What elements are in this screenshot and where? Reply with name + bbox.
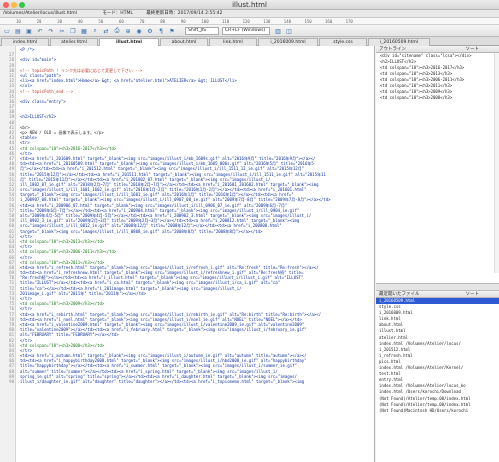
ruler-tick-label: 40: [77, 19, 83, 24]
tab-atelier[interactable]: atelier.html: [50, 38, 98, 46]
outline-sort-button[interactable]: ソート: [466, 46, 480, 53]
line-text: illust_i/daughter_ie.gif" alt="daughter"…: [20, 379, 305, 384]
undo-icon[interactable]: ↶: [36, 27, 44, 35]
recent-file-item[interactable]: (Not Found)Macintosh HD/Users/korochi: [376, 408, 499, 414]
recent-header: 最近開いたファイル ソート: [376, 291, 499, 298]
bookmark-icon[interactable]: ⚑: [168, 27, 176, 35]
open-folder-icon[interactable]: ▤: [14, 27, 22, 35]
format-icon[interactable]: ¶: [157, 27, 165, 35]
recent-title: 最近開いたファイル: [379, 292, 420, 297]
modified-label: 最終更新日時：2017/09/14 2:55:42: [146, 11, 223, 16]
preview-icon[interactable]: ◉: [135, 27, 143, 35]
print-icon[interactable]: ⎙: [113, 27, 121, 35]
code-line: 90 illust_i/daughter_ie.gif" alt="daughte…: [0, 379, 374, 384]
outline-title: アウトライン: [379, 47, 406, 52]
title-bar: illust.html: [0, 0, 499, 10]
editor-window: illust.html /Volumes/Atelier/locus/illus…: [0, 0, 499, 462]
search-icon[interactable]: ⌕: [91, 27, 99, 35]
cut-icon[interactable]: ✂: [58, 27, 66, 35]
window-title: illust.html: [232, 1, 267, 9]
recent-files-list: i_20160509.html style.css i_2016009.html li…: [376, 298, 499, 462]
save-icon[interactable]: ▣: [25, 27, 33, 35]
column-ruler: 10 20 30 40 50 60 70 80 90 100 110 120 130 140 150 160 1…: [0, 18, 499, 25]
info-bar: /Volumes/Atelier/locus/illust.html モード：H…: [0, 10, 499, 18]
replace-icon[interactable]: ⇄: [102, 27, 110, 35]
redo-icon[interactable]: ↷: [47, 27, 55, 35]
sidebar-toggle-icon[interactable]: ▥: [274, 27, 282, 35]
settings-icon[interactable]: ⚙: [146, 27, 154, 35]
encoding-select[interactable]: Shift_JIS: [185, 27, 219, 35]
code-lines: <P /*> 27 28 <div id="main"> 29 30 <!-- topic…: [0, 47, 374, 384]
tab-index[interactable]: index.html: [1, 38, 49, 46]
ruler-tick-label: 80: [160, 19, 166, 24]
ruler-tick-label: 140: [283, 19, 292, 24]
split-view-icon[interactable]: ◫: [285, 27, 293, 35]
tab-illust[interactable]: illust.html: [99, 38, 159, 46]
tab-style[interactable]: style.css: [319, 38, 367, 46]
ruler-tick-label: 50: [98, 19, 104, 24]
line-number: 90: [9, 379, 14, 384]
ruler-tick-label: 160: [325, 19, 333, 24]
tab-about[interactable]: about.html: [160, 38, 208, 46]
tab-i-2016009[interactable]: i_2016009.html: [258, 38, 318, 46]
ruler-tick-label: 60: [119, 19, 124, 24]
recent-sort-button[interactable]: ソート: [466, 291, 480, 298]
code-editor[interactable]: <P /*> 27 28 <div id="main"> 29 30 <!-- topic…: [0, 46, 375, 462]
outline-header: アウトライン ソート: [376, 46, 499, 53]
ruler-tick-label: 130: [263, 19, 271, 24]
tab-bar: index.html atelier.html illust.html abou…: [0, 37, 499, 46]
tab-i-20160509[interactable]: i_20160509.html: [368, 38, 430, 46]
linebreak-select[interactable]: CR+LF (Windows): [222, 27, 270, 35]
outline-item[interactable]: <td colspan="10"><h3>2008</h3>: [376, 95, 499, 101]
paste-icon[interactable]: ▦: [80, 27, 88, 35]
side-panel: アウトライン ソート <div id="sitename" class="lcs…: [376, 46, 499, 462]
ruler-tick-label: 70: [139, 19, 145, 24]
panel-splitter[interactable]: [376, 283, 499, 291]
zoom-icon[interactable]: ⊕: [124, 27, 132, 35]
ruler-tick-label: 10: [16, 19, 21, 24]
tab-link[interactable]: link.html: [209, 38, 257, 46]
ruler-tick-label: 170: [345, 19, 353, 24]
ruler-tick-label: 90: [180, 19, 186, 24]
outline-list: <div id="sitename" class="lcsa"></div> <…: [376, 53, 499, 283]
ruler-tick-label: 30: [57, 19, 63, 24]
mode-label: モード：HTML: [102, 11, 133, 16]
ruler-tick-label: 120: [242, 19, 250, 24]
file-path: /Volumes/Atelier/locus/illust.html: [3, 11, 77, 16]
copy-icon[interactable]: ❐: [69, 27, 77, 35]
ruler-tick-label: 110: [222, 19, 230, 24]
ruler-tick-label: 20: [36, 19, 42, 24]
outline-scrollbar[interactable]: [494, 53, 499, 273]
ruler-tick-label: 100: [201, 19, 209, 24]
new-doc-icon[interactable]: ▭: [3, 27, 11, 35]
toolbar: ▭ ▤ ▣ ↶ ↷ ✂ ❐ ▦ ⌕ ⇄ ⎙ ⊕ ◉ ⚙ ¶ ⚑ Shift_JI…: [0, 25, 499, 37]
ruler-tick-label: 150: [304, 19, 312, 24]
